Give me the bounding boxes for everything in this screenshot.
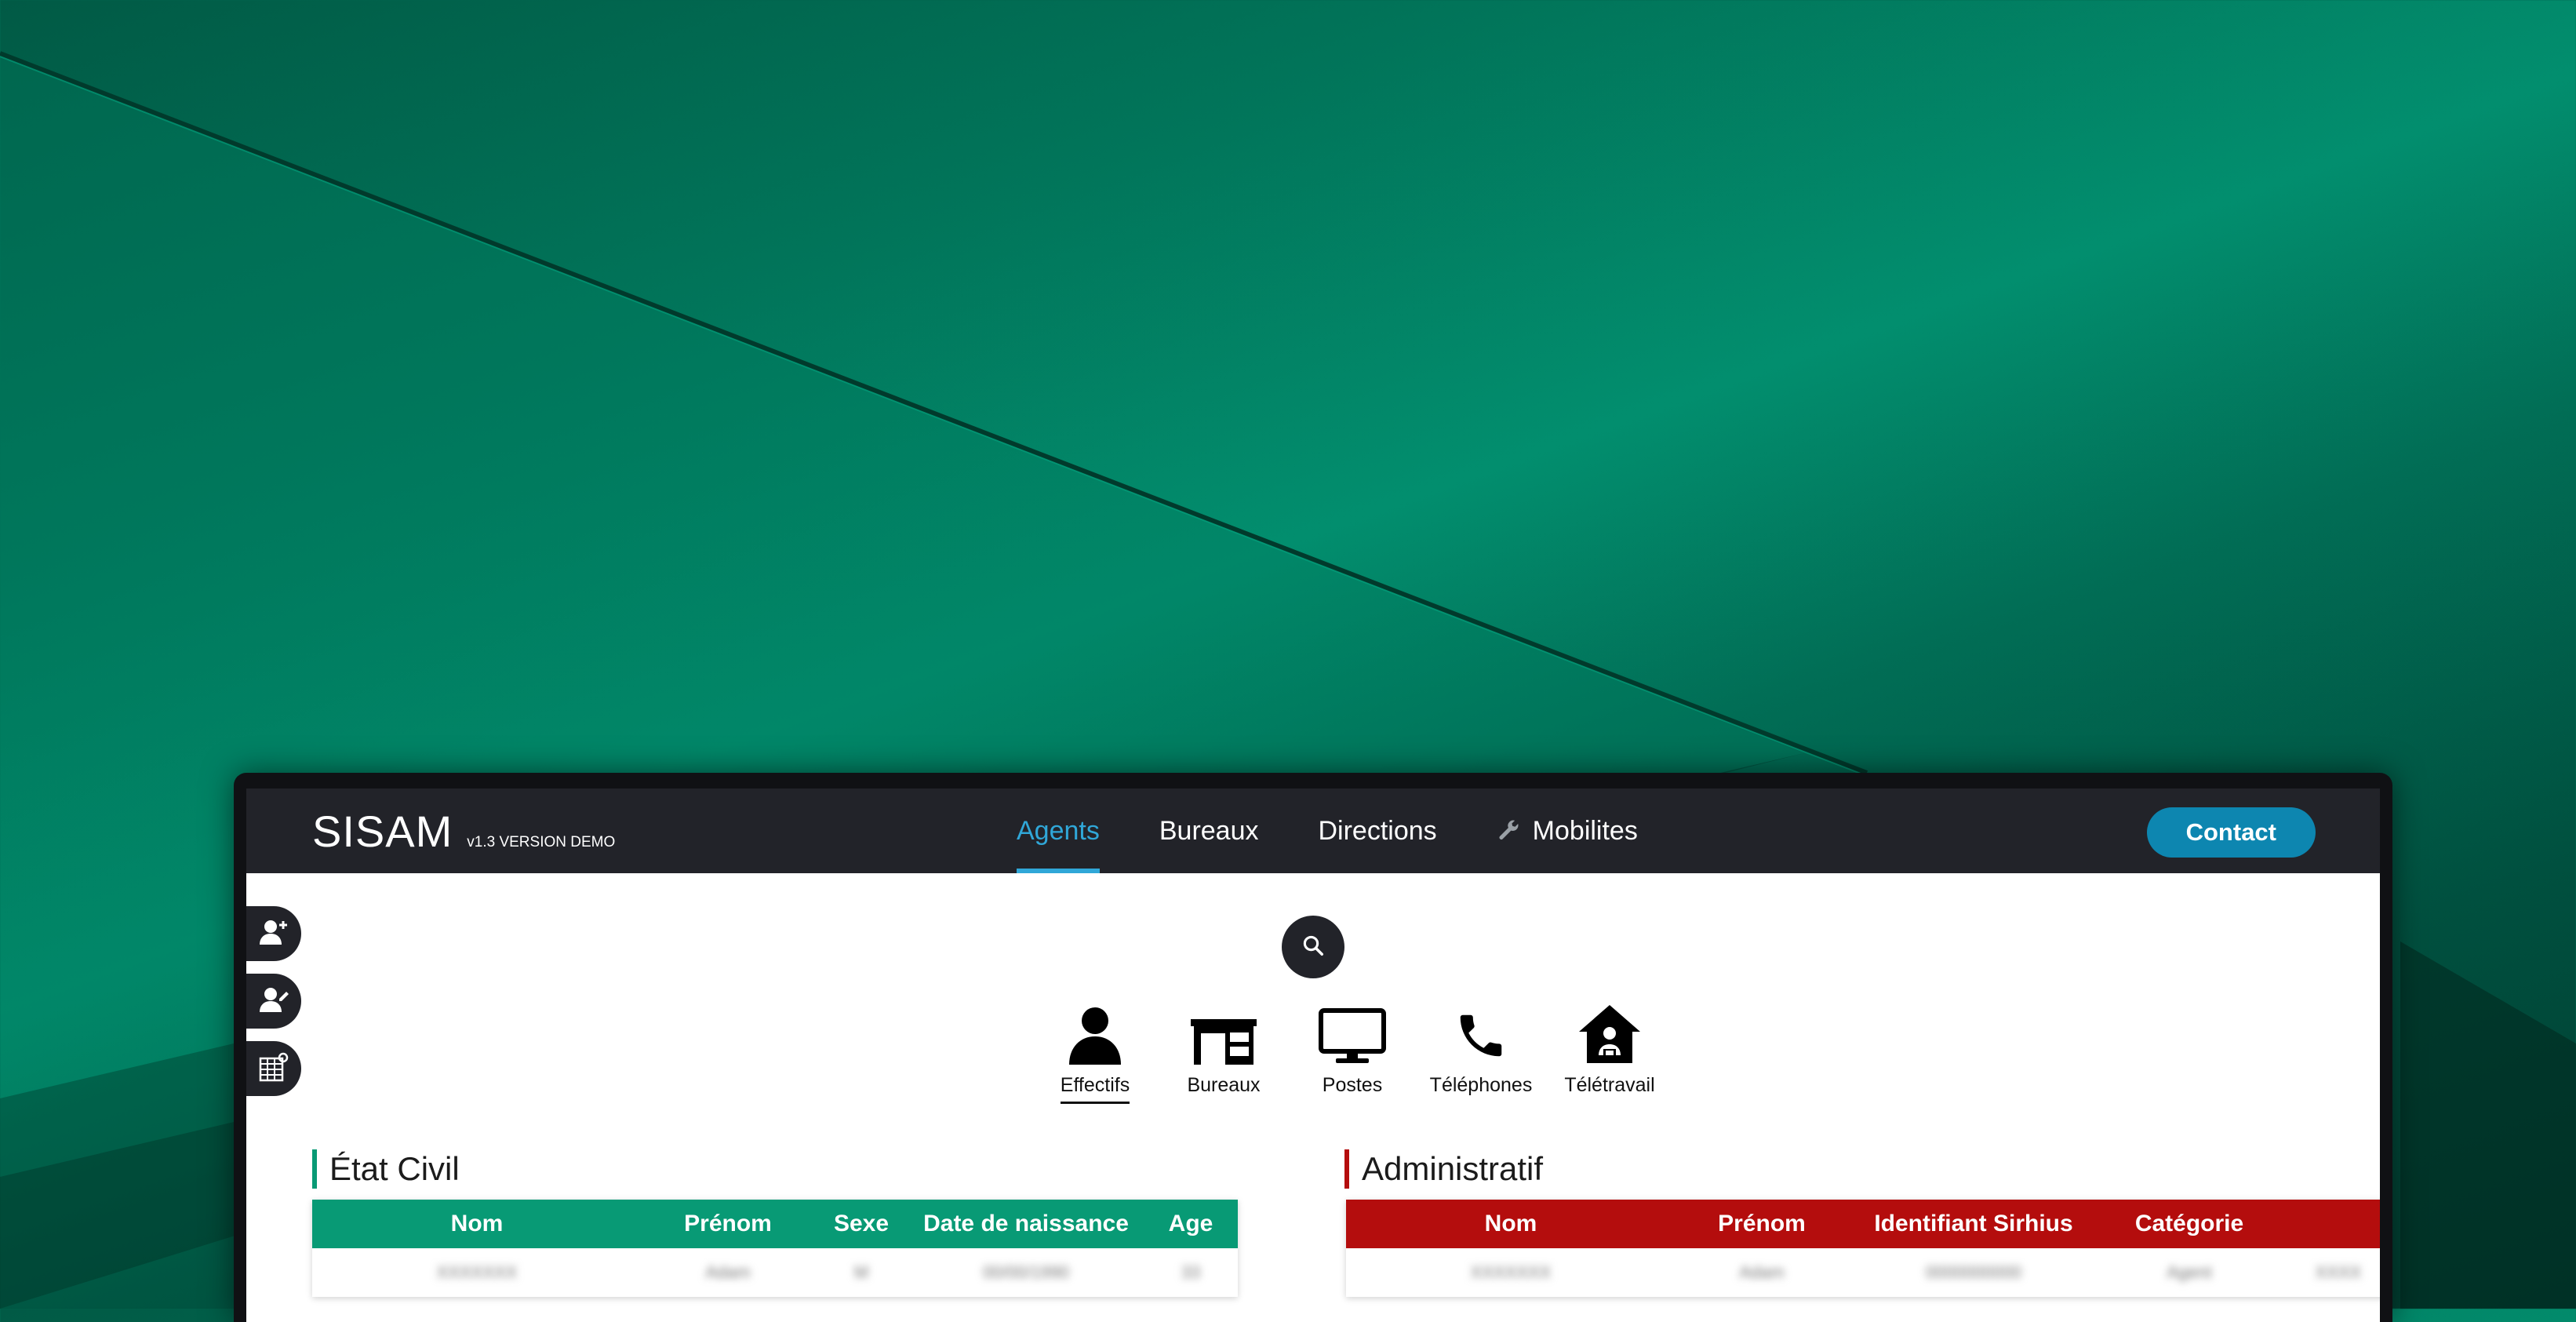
person-icon [1068, 1000, 1122, 1065]
tab-postes[interactable]: Postes [1288, 1000, 1417, 1104]
search-icon [1301, 934, 1325, 961]
side-toolbar [246, 906, 301, 1096]
brand[interactable]: SISAM v1.3 VERSION DEMO [312, 806, 615, 857]
home-work-icon [1577, 1000, 1642, 1065]
column-header[interactable]: Nom [1346, 1200, 1675, 1248]
add-user-button[interactable] [246, 906, 301, 961]
cell-value: XXXXXXX [1470, 1262, 1552, 1282]
nav-agents[interactable]: Agents [987, 788, 1130, 873]
monitor-icon [1319, 1000, 1386, 1065]
cell-value: Adam [705, 1262, 751, 1282]
column-header[interactable]: Date de naissance [908, 1200, 1144, 1248]
tab-teletravail[interactable]: Télétravail [1545, 1000, 1674, 1104]
edit-user-icon [259, 986, 289, 1017]
app-logo: SISAM [312, 807, 453, 856]
etat-civil-title: État Civil [312, 1149, 460, 1189]
category-tabs: Effectifs Bureaux Postes Téléphones Télé… [1031, 1000, 1674, 1104]
cell-value: 00/00/1990 [982, 1262, 1070, 1282]
app-version: v1.3 VERSION DEMO [467, 834, 616, 850]
tab-effectifs[interactable]: Effectifs [1031, 1000, 1159, 1104]
app-screen: SISAM v1.3 VERSION DEMO Agents Bureaux D… [246, 788, 2380, 1322]
cell-value: XXXX [2315, 1262, 2362, 1282]
wrench-icon [1497, 819, 1520, 843]
etat-civil-table: Nom Prénom Sexe Date de naissance Age XX… [312, 1200, 1238, 1297]
tab-effectifs-label: Effectifs [1060, 1074, 1130, 1104]
column-header[interactable]: Nom [312, 1200, 642, 1248]
cell-value: Adam [1739, 1262, 1785, 1282]
tab-bureaux[interactable]: Bureaux [1159, 1000, 1288, 1104]
top-navbar: SISAM v1.3 VERSION DEMO Agents Bureaux D… [246, 788, 2380, 873]
desk-icon [1191, 1000, 1257, 1065]
administratif-title: Administratif [1344, 1149, 1543, 1189]
phone-icon [1454, 1000, 1508, 1065]
tab-telephones-label: Téléphones [1429, 1074, 1533, 1096]
column-header[interactable]: Prénom [642, 1200, 814, 1248]
edit-user-button[interactable] [246, 974, 301, 1029]
administratif-table: Nom Prénom Identifiant Sirhius Catégorie… [1346, 1200, 2380, 1297]
nav-directions[interactable]: Directions [1289, 788, 1467, 873]
column-header[interactable]: Catégorie [2099, 1200, 2279, 1248]
column-header[interactable]: Identifiant Sirhius [1848, 1200, 2099, 1248]
nav-directions-label: Directions [1318, 815, 1437, 846]
nav-mobilites[interactable]: Mobilites [1467, 788, 1668, 873]
tab-telephones[interactable]: Téléphones [1417, 1000, 1545, 1104]
nav-bureaux[interactable]: Bureaux [1130, 788, 1289, 873]
device-frame: SISAM v1.3 VERSION DEMO Agents Bureaux D… [234, 773, 2392, 1322]
spreadsheet-button[interactable] [246, 1041, 301, 1096]
column-header[interactable]: Prénom [1675, 1200, 1848, 1248]
contact-button[interactable]: Contact [2146, 807, 2316, 858]
add-user-icon [259, 919, 289, 949]
nav-agents-label: Agents [1017, 815, 1100, 846]
tab-postes-label: Postes [1322, 1074, 1383, 1096]
nav-mobilites-label: Mobilites [1532, 815, 1638, 846]
nav-links: Agents Bureaux Directions Mobilites [987, 788, 1668, 873]
spreadsheet-icon [259, 1052, 289, 1086]
column-header[interactable] [2279, 1200, 2380, 1248]
tab-bureaux-label: Bureaux [1187, 1074, 1261, 1096]
tab-teletravail-label: Télétravail [1564, 1074, 1655, 1096]
nav-bureaux-label: Bureaux [1159, 815, 1259, 846]
table-row[interactable]: XXXXXXX Adam 0000000000 Agent XXXX [1346, 1248, 2380, 1297]
cell-value: M [853, 1262, 869, 1282]
cell-value: Agent [2167, 1262, 2212, 1282]
cell-value: 0000000000 [1925, 1262, 2022, 1282]
column-header[interactable]: Age [1144, 1200, 1238, 1248]
cell-value: 33 [1181, 1262, 1201, 1282]
table-row[interactable]: XXXXXXX Adam M 00/00/1990 33 [312, 1248, 1238, 1297]
search-button[interactable] [1282, 916, 1344, 978]
table-header-row: Nom Prénom Sexe Date de naissance Age [312, 1200, 1238, 1248]
table-header-row: Nom Prénom Identifiant Sirhius Catégorie [1346, 1200, 2380, 1248]
cell-value: XXXXXXX [436, 1262, 518, 1282]
column-header[interactable]: Sexe [814, 1200, 908, 1248]
